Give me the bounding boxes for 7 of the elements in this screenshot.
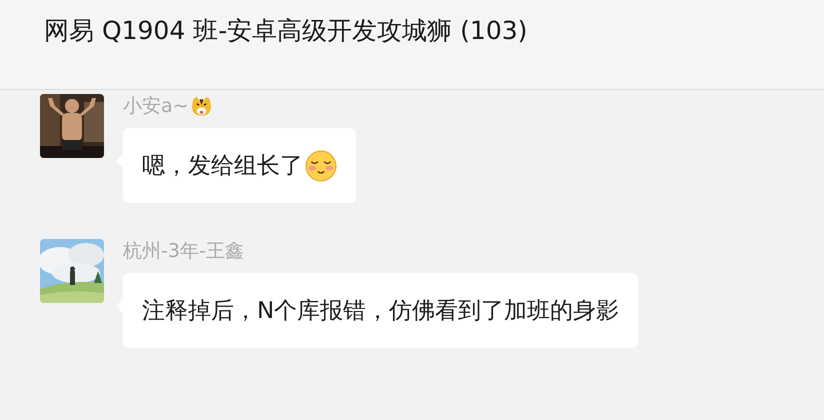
smiling-face-icon — [305, 150, 337, 182]
tiger-icon — [192, 96, 211, 116]
sender-name: 小安a~ — [123, 94, 189, 118]
chat-title: 网易 Q1904 班-安卓高级开发攻城狮 (103) — [44, 16, 528, 45]
message-text: 嗯，发给组长了 — [142, 152, 303, 181]
sender-name: 杭州-3年-王鑫 — [123, 239, 244, 263]
message-text: 注释掉后，N个库报错，仿佛看到了加班的身影 — [142, 297, 620, 326]
